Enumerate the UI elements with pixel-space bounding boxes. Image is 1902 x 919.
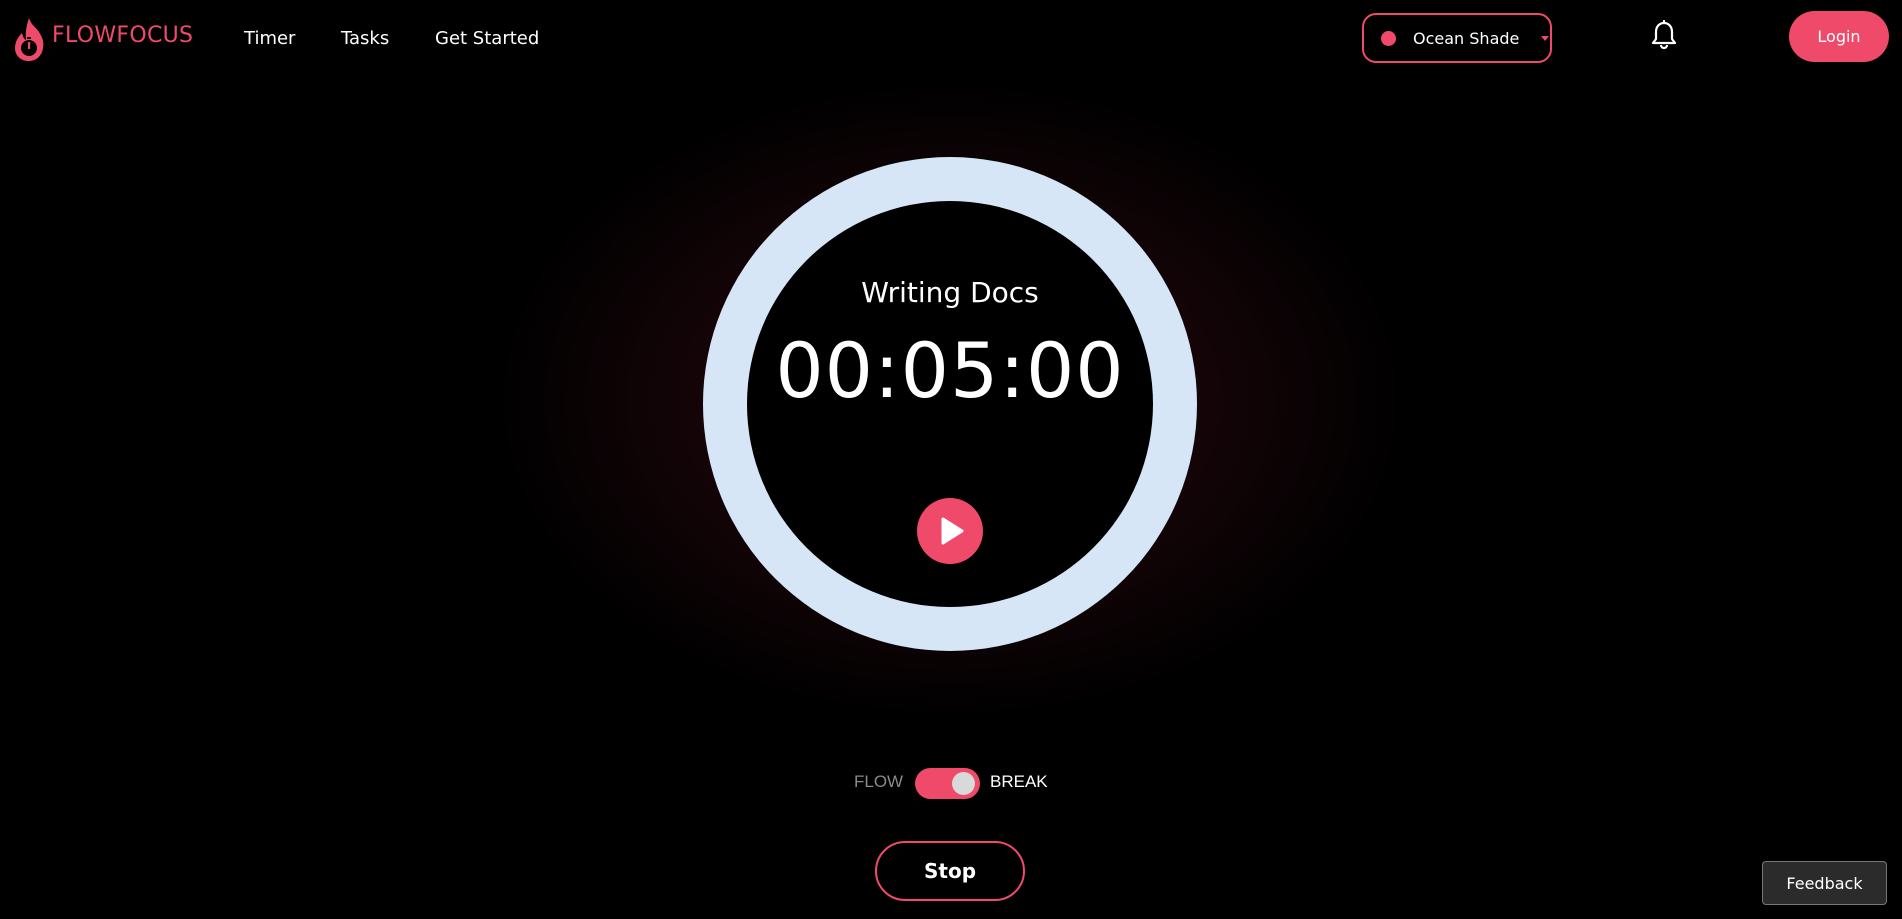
theme-select[interactable]: Ocean Shade	[1362, 13, 1552, 63]
toggle-knob	[952, 772, 975, 795]
timer-face: Writing Docs 00:05:00	[747, 201, 1153, 607]
play-button[interactable]	[917, 498, 983, 564]
chevron-down-icon	[1541, 35, 1550, 41]
nav-get-started[interactable]: Get Started	[435, 28, 539, 49]
nav-timer[interactable]: Timer	[244, 28, 295, 49]
nav-tasks[interactable]: Tasks	[341, 28, 389, 49]
flow-mode-label: FLOW	[854, 772, 904, 791]
brand-logo[interactable]: FLOWFOCUS	[12, 16, 193, 62]
flowfocus-page: FLOWFOCUS Timer Tasks Get Started Ocean …	[0, 0, 1902, 919]
timer-ring: Writing Docs 00:05:00	[703, 157, 1197, 651]
flow-break-toggle[interactable]	[915, 768, 980, 799]
theme-color-dot	[1381, 30, 1396, 46]
brand-name: FLOWFOCUS	[52, 22, 194, 48]
stop-button[interactable]: Stop	[875, 841, 1025, 901]
feedback-button[interactable]: Feedback	[1762, 861, 1887, 905]
timer-display: 00:05:00	[775, 326, 1125, 415]
flame-timer-icon	[15, 18, 44, 61]
current-task-name: Writing Docs	[861, 276, 1039, 309]
bell-icon[interactable]	[1650, 20, 1678, 50]
theme-select-value: Ocean Shade	[1413, 28, 1520, 48]
play-icon	[941, 517, 964, 545]
login-button[interactable]: Login	[1789, 11, 1889, 62]
break-mode-label: BREAK	[990, 772, 1048, 791]
